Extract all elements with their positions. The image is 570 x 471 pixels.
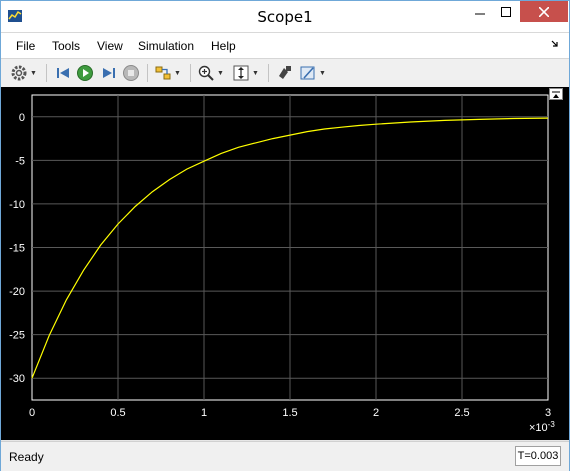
scope-window: Scope1 File Tools View Simulation Help ▼ — [0, 0, 570, 471]
style-icon — [300, 66, 315, 80]
settings-button[interactable]: ▼ — [10, 63, 37, 83]
minimize-button[interactable] — [467, 1, 493, 22]
minimize-icon — [475, 13, 485, 14]
y-tick-label: -10 — [9, 199, 25, 211]
menu-file[interactable]: File — [16, 39, 35, 53]
title-bar[interactable]: Scope1 — [1, 1, 569, 32]
run-icon — [77, 65, 93, 81]
chevron-down-icon: ▼ — [252, 69, 259, 77]
menu-tools[interactable]: Tools — [52, 39, 80, 53]
toolbar-separator — [268, 64, 269, 82]
settings-icon — [11, 65, 27, 81]
run-button[interactable] — [76, 63, 94, 83]
step-back-button[interactable] — [54, 63, 72, 83]
toolbar-separator — [46, 64, 47, 82]
step-forward-icon — [103, 68, 115, 78]
chevron-down-icon: ▼ — [319, 69, 326, 77]
menu-help[interactable]: Help — [211, 39, 236, 53]
signal-selector-icon — [155, 66, 171, 80]
stop-button[interactable] — [122, 63, 140, 83]
toolbar: ▼ ▼ ▼ ▼ ▼ — [1, 58, 569, 88]
scope-chart[interactable]: 0 0.5 1 1.5 2 2.5 3 0 -5 -10 -15 -20 -25 -30 ×10-3 — [1, 87, 569, 440]
x-tick-label: 3 — [545, 407, 551, 419]
stop-icon — [123, 65, 139, 81]
y-tick-label: 0 — [19, 112, 25, 124]
scale-axes-button[interactable]: ▼ — [232, 63, 259, 83]
undock-button[interactable] — [549, 88, 563, 100]
dock-arrow-icon[interactable] — [551, 40, 559, 48]
signal-selector-button[interactable]: ▼ — [154, 63, 181, 83]
chevron-down-icon: ▼ — [30, 69, 37, 77]
zoom-button[interactable]: ▼ — [197, 63, 224, 83]
undock-icon — [552, 91, 560, 98]
menu-bar: File Tools View Simulation Help — [1, 32, 569, 58]
x-exponent-label: ×10-3 — [529, 420, 555, 434]
highlight-block-icon — [279, 66, 291, 79]
close-button[interactable] — [520, 1, 568, 22]
toolbar-separator — [147, 64, 148, 82]
zoom-icon — [198, 65, 214, 81]
y-tick-label: -5 — [15, 155, 25, 167]
chevron-down-icon: ▼ — [217, 69, 224, 77]
simulation-time: T=0.003 — [515, 446, 561, 466]
x-tick-label: 2.5 — [454, 407, 469, 419]
x-tick-label: 0 — [29, 407, 35, 419]
close-icon — [539, 6, 549, 17]
maximize-icon — [501, 6, 511, 17]
highlight-block-button[interactable] — [276, 63, 294, 83]
y-tick-label: -30 — [9, 373, 25, 385]
scale-axes-icon — [233, 65, 249, 81]
y-tick-label: -15 — [9, 243, 25, 255]
x-tick-label: 1 — [201, 407, 207, 419]
step-forward-button[interactable] — [100, 63, 118, 83]
x-tick-label: 0.5 — [110, 407, 125, 419]
x-tick-label: 2 — [373, 407, 379, 419]
x-tick-label: 1.5 — [282, 407, 297, 419]
step-back-icon — [57, 68, 69, 78]
menu-view[interactable]: View — [97, 39, 123, 53]
y-tick-label: -25 — [9, 330, 25, 342]
maximize-button[interactable] — [493, 1, 519, 22]
chevron-down-icon: ▼ — [174, 69, 181, 77]
scope-plot-area[interactable]: 0 0.5 1 1.5 2 2.5 3 0 -5 -10 -15 -20 -25 -30 ×10-3 — [1, 87, 569, 440]
y-tick-label: -20 — [9, 286, 25, 298]
menu-simulation[interactable]: Simulation — [138, 39, 194, 53]
toolbar-separator — [190, 64, 191, 82]
status-text: Ready — [9, 450, 44, 464]
style-button[interactable]: ▼ — [299, 63, 326, 83]
status-bar: Ready T=0.003 — [1, 441, 569, 471]
